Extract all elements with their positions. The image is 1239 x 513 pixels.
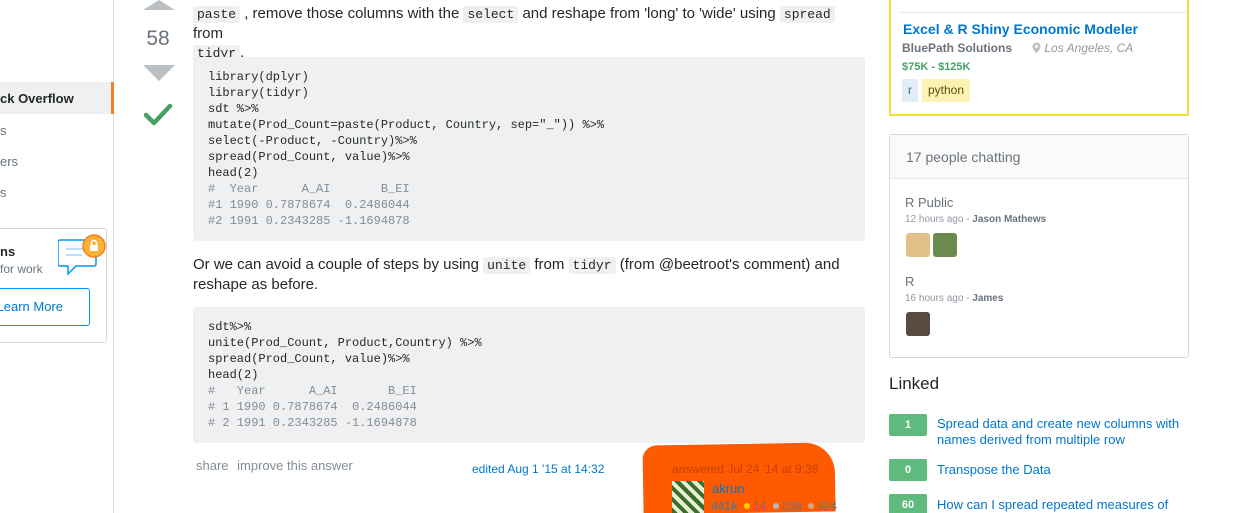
code-comment-lines: # Year A_AI B_EI #1 1990 0.7878674 0.248…: [208, 182, 410, 228]
user-avatar[interactable]: [672, 481, 704, 513]
bronze-badge-icon: [808, 503, 815, 509]
job-title-link[interactable]: Excel & R Shiny Economic Modeler: [903, 21, 1138, 37]
chat-room-user[interactable]: James: [972, 293, 1003, 304]
answer-text: Or we can avoid a couple of steps by usi…: [193, 256, 479, 273]
inline-code: tidyr: [568, 257, 616, 274]
edited-timestamp-link[interactable]: edited Aug 1 '15 at 14:32: [472, 462, 604, 476]
nav-item-users[interactable]: ers: [0, 154, 18, 169]
user-reputation: 441k 14 238 324: [711, 499, 837, 513]
chat-room-r-public[interactable]: R Public: [905, 195, 953, 210]
upvote-arrow-icon[interactable]: [143, 0, 175, 10]
nav-item-jobs[interactable]: s: [0, 185, 7, 200]
answer-text: from: [193, 25, 223, 42]
tag-r[interactable]: r: [902, 79, 918, 102]
teams-subtitle: for work: [0, 262, 43, 276]
teams-chat-lock-icon: [58, 234, 106, 276]
gold-badge-icon: [744, 503, 751, 509]
chat-room-separator: -: [963, 293, 973, 304]
job-location-text: Los Angeles, CA: [1044, 41, 1134, 55]
accepted-checkmark-icon: [143, 103, 173, 126]
chat-room-user[interactable]: Jason Mathews: [972, 214, 1046, 225]
linked-question-link[interactable]: How can I spread repeated measures of: [937, 497, 1187, 513]
teams-title: ns: [0, 244, 16, 259]
inline-code: select: [463, 6, 519, 23]
code-comment-lines: # Year A_AI B_EI # 1 1990 0.7878674 0.24…: [208, 384, 417, 430]
chat-room-meta: 12 hours ago - Jason Mathews: [905, 214, 1046, 225]
inline-code: spread: [779, 6, 835, 23]
chat-header: 17 people chatting: [890, 135, 1188, 179]
reputation-score: 441k: [711, 499, 738, 513]
linked-score-badge: 0: [889, 459, 927, 481]
answer-text: reshape as before.: [193, 276, 319, 293]
chat-user-avatar[interactable]: [933, 233, 957, 257]
job-location: Los Angeles, CA: [1032, 41, 1133, 55]
code-block-1: library(dplyr) library(tidyr) sdt %>% mu…: [193, 57, 865, 241]
inline-code: paste: [193, 6, 241, 23]
downvote-arrow-icon[interactable]: [143, 65, 175, 81]
nav-item-tags[interactable]: s: [0, 123, 7, 138]
job-salary: $75K - $125K: [902, 61, 971, 73]
chat-room-time: 16 hours ago: [905, 293, 964, 304]
linked-score-badge: 1: [889, 414, 927, 436]
job-separator: [900, 12, 1187, 13]
post-menu: share improve this answer: [196, 458, 358, 473]
vote-count: 58: [146, 27, 170, 50]
answered-timestamp: answered Jul 24 '14 at 9:38: [672, 462, 819, 476]
learn-more-button[interactable]: Learn More: [0, 288, 90, 326]
improve-answer-link[interactable]: improve this answer: [237, 458, 353, 473]
bronze-badge-count: 324: [817, 499, 838, 513]
answer-intro-paragraph: paste , remove those columns with the se…: [193, 4, 865, 63]
job-company: BluePath Solutions: [902, 41, 1013, 55]
chat-user-avatar[interactable]: [906, 233, 930, 257]
answer-text: from: [534, 256, 565, 273]
nav-stack-overflow[interactable]: ck Overflow: [0, 82, 114, 114]
linked-question-link[interactable]: Transpose the Data: [937, 462, 1187, 478]
linked-heading: Linked: [889, 374, 940, 393]
silver-badge-count: 238: [781, 499, 802, 513]
chat-room-meta: 16 hours ago - James: [905, 293, 1003, 304]
inline-code: unite: [483, 257, 531, 274]
code-lines: library(dplyr) library(tidyr) sdt %>% mu…: [208, 70, 605, 180]
chat-widget: 17 people chatting R Public 12 hours ago…: [889, 134, 1189, 358]
linked-question-link[interactable]: Spread data and create new columns with …: [937, 416, 1187, 448]
gold-badge-count: 14: [753, 499, 767, 513]
silver-badge-icon: [772, 503, 779, 509]
user-name-link[interactable]: akrun: [712, 481, 745, 496]
answer-text: and reshape from 'long' to 'wide' using: [522, 5, 776, 22]
location-pin-icon: [1032, 42, 1041, 53]
tag-python[interactable]: python: [922, 79, 971, 102]
code-lines: sdt%>% unite(Prod_Count, Product,Country…: [208, 320, 482, 382]
chat-title: 17 people chatting: [906, 149, 1021, 165]
chat-user-avatar[interactable]: [906, 312, 930, 336]
answer-text: , remove those columns with the: [244, 5, 460, 22]
code-block-2: sdt%>% unite(Prod_Count, Product,Country…: [193, 307, 865, 443]
chat-room-r[interactable]: R: [905, 274, 914, 289]
linked-score-badge: 60: [889, 494, 927, 513]
chat-room-time: 12 hours ago: [905, 214, 964, 225]
share-link[interactable]: share: [196, 458, 229, 473]
nav-stack-overflow-label: ck Overflow: [0, 91, 74, 106]
answer-paragraph-2: Or we can avoid a couple of steps by usi…: [193, 255, 865, 294]
answer-text: (from @beetroot's comment) and: [619, 256, 840, 273]
chat-room-separator: -: [963, 214, 973, 225]
